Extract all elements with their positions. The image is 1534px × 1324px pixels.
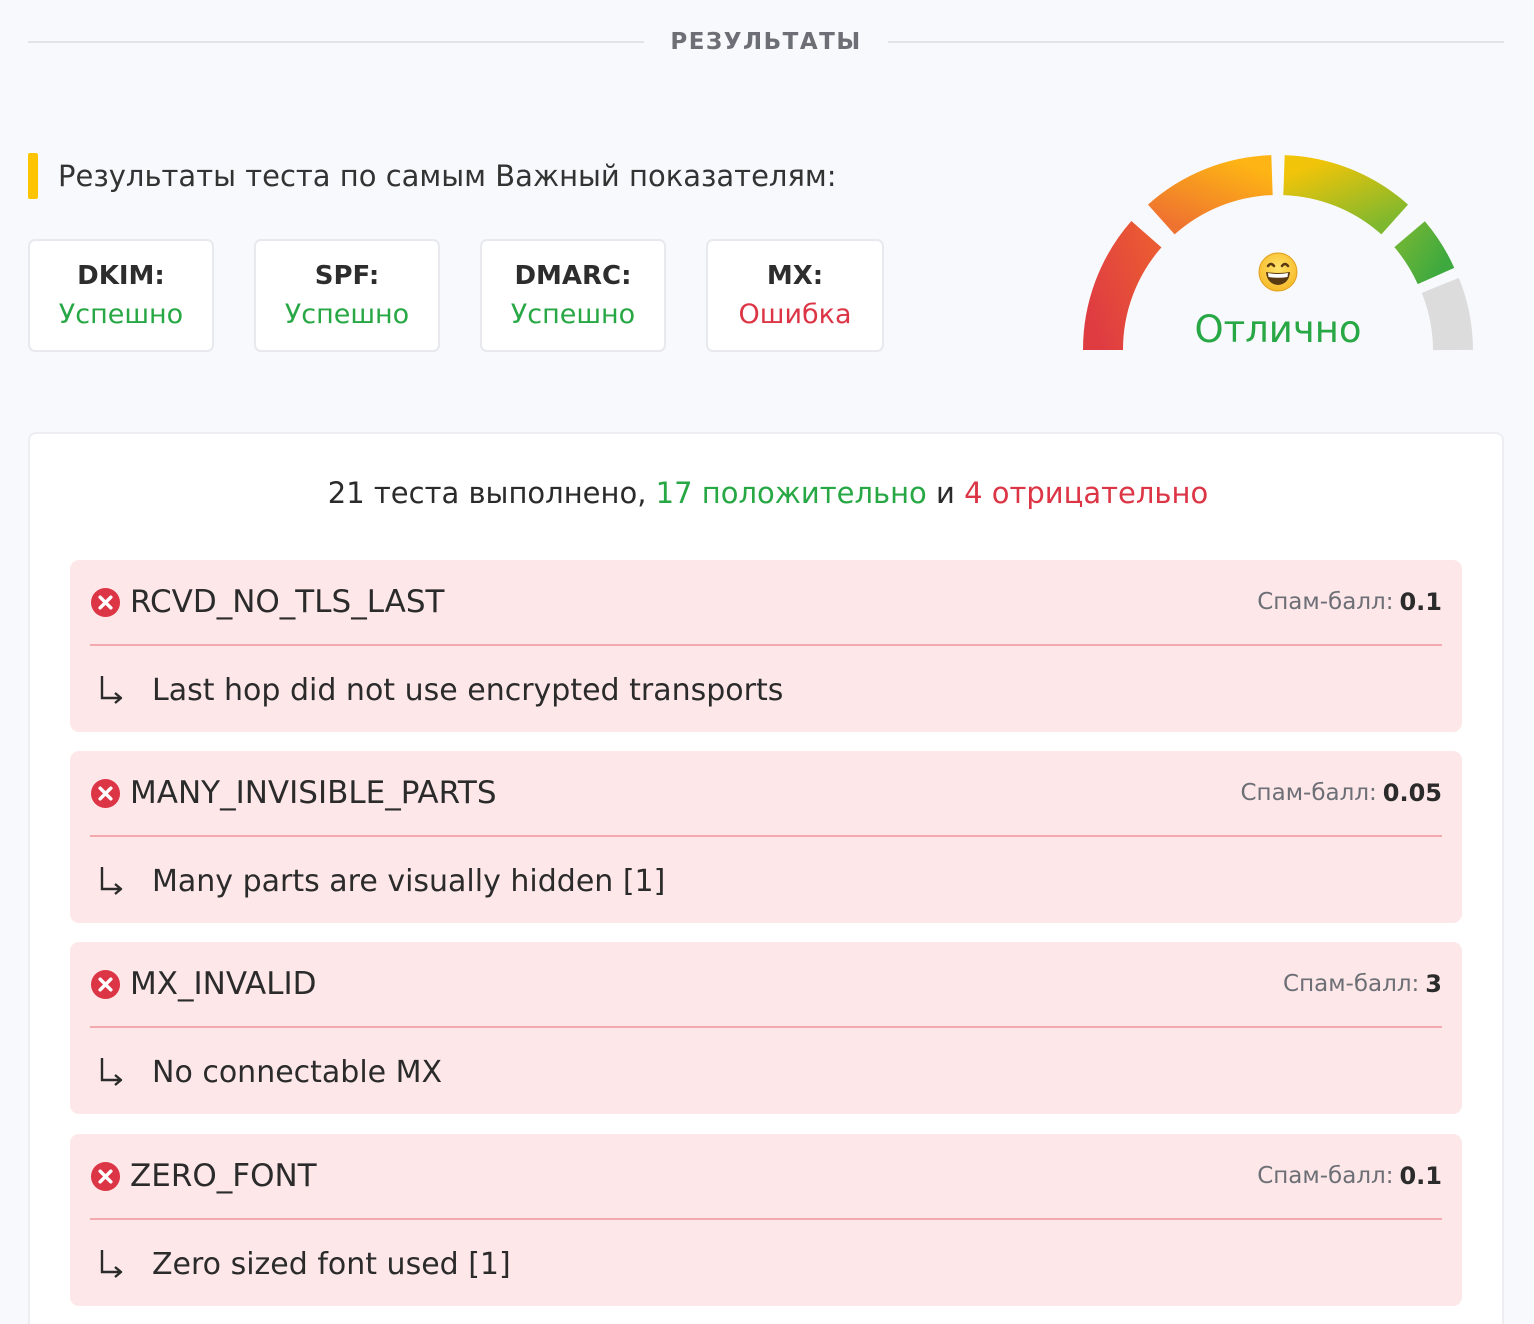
indicator-status: Ошибка xyxy=(738,299,852,330)
test-name: ZERO_FONT xyxy=(130,1158,317,1194)
important-title-text: Результаты теста по самым Важный показат… xyxy=(58,159,837,193)
summary-total: 21 теста выполнено, xyxy=(327,476,656,510)
indicator-dkim: DKIM: Успешно xyxy=(28,239,214,352)
indicator-label: DMARC: xyxy=(514,261,632,291)
spam-score-value: 0.1 xyxy=(1399,1162,1442,1190)
test-description-text: Many parts are visually hidden [1] xyxy=(152,863,666,899)
test-card-mx-invalid: MX_INVALID Спам-балл: 3 No connectable M… xyxy=(70,942,1462,1114)
return-arrow-icon xyxy=(100,867,123,895)
test-card-header: MANY_INVISIBLE_PARTS Спам-балл: 0.05 xyxy=(90,751,1442,837)
indicator-dmarc: DMARC: Успешно xyxy=(480,239,666,352)
gauge-segment-green xyxy=(1394,221,1455,285)
divider-line-left xyxy=(28,41,645,43)
section-title: РЕЗУЛЬТАТЫ xyxy=(670,29,862,55)
summary-positive: 17 положительно xyxy=(655,476,927,510)
return-arrow-icon xyxy=(100,676,123,704)
spam-score-value: 0.05 xyxy=(1382,779,1442,807)
results-page: РЕЗУЛЬТАТЫ Результаты теста по самым Важ… xyxy=(0,0,1534,1324)
gauge-rating: Отлично xyxy=(1194,308,1362,351)
test-description: No connectable MX xyxy=(98,1046,442,1098)
summary-negative: 4 отрицательно xyxy=(964,476,1209,510)
test-name: RCVD_NO_TLS_LAST xyxy=(130,584,445,620)
gauge-segment-orange xyxy=(1147,155,1274,235)
return-arrow-icon xyxy=(100,1250,123,1278)
indicator-label: DKIM: xyxy=(77,261,165,291)
tests-summary: 21 теста выполнено, 17 положительно и 4 … xyxy=(30,476,1506,510)
test-card-zero-font: ZERO_FONT Спам-балл: 0.1 Zero sized font… xyxy=(70,1134,1462,1306)
grinning-face-icon xyxy=(1258,252,1298,292)
spam-score-value: 0.1 xyxy=(1399,588,1442,616)
return-arrow-icon xyxy=(100,1058,123,1086)
indicator-label: SPF: xyxy=(314,261,380,291)
indicator-spf: SPF: Успешно xyxy=(254,239,440,352)
indicator-status: Успешно xyxy=(58,299,184,330)
spam-score-value: 3 xyxy=(1425,970,1442,998)
spam-score-label: Спам-балл: xyxy=(1257,1163,1394,1189)
test-card-header: RCVD_NO_TLS_LAST Спам-балл: 0.1 xyxy=(90,560,1442,646)
test-card-header: MX_INVALID Спам-балл: 3 xyxy=(90,942,1442,1028)
spam-score-label: Спам-балл: xyxy=(1257,589,1394,615)
accent-bar xyxy=(28,153,38,199)
error-x-icon xyxy=(90,778,121,808)
test-results-panel: 21 теста выполнено, 17 положительно и 4 … xyxy=(28,432,1504,1324)
test-description-text: Last hop did not use encrypted transport… xyxy=(152,672,784,708)
test-name: MX_INVALID xyxy=(130,966,317,1002)
gauge-segment-yellow-green xyxy=(1282,155,1409,235)
test-card-many-invisible-parts: MANY_INVISIBLE_PARTS Спам-балл: 0.05 Man… xyxy=(70,751,1462,923)
test-card-header: ZERO_FONT Спам-балл: 0.1 xyxy=(90,1134,1442,1220)
test-description-text: No connectable MX xyxy=(152,1054,443,1090)
indicator-status: Успешно xyxy=(510,299,636,330)
test-description: Many parts are visually hidden [1] xyxy=(98,855,665,907)
test-description-text: Zero sized font used [1] xyxy=(152,1246,511,1282)
error-x-icon xyxy=(90,587,121,617)
indicator-status: Успешно xyxy=(284,299,410,330)
indicator-mx: MX: Ошибка xyxy=(706,239,884,352)
spam-score-label: Спам-балл: xyxy=(1240,780,1377,806)
indicator-label: MX: xyxy=(766,261,824,291)
test-description: Last hop did not use encrypted transport… xyxy=(98,664,783,716)
error-x-icon xyxy=(90,1161,121,1191)
test-name: MANY_INVISIBLE_PARTS xyxy=(130,775,497,811)
indicator-list: DKIM: Успешно SPF: Успешно DMARC: Успешн… xyxy=(28,239,924,352)
divider-line-right xyxy=(887,41,1505,43)
spam-score-label: Спам-балл: xyxy=(1283,971,1420,997)
summary-and: и xyxy=(926,476,965,510)
score-gauge: Отлично xyxy=(1080,150,1476,355)
important-indicators-title: Результаты теста по самым Важный показат… xyxy=(28,152,837,200)
section-header: РЕЗУЛЬТАТЫ xyxy=(28,20,1505,64)
test-card-rcvd-no-tls-last: RCVD_NO_TLS_LAST Спам-балл: 0.1 Last hop… xyxy=(70,560,1462,732)
test-description: Zero sized font used [1] xyxy=(98,1238,511,1290)
error-x-icon xyxy=(90,969,121,999)
